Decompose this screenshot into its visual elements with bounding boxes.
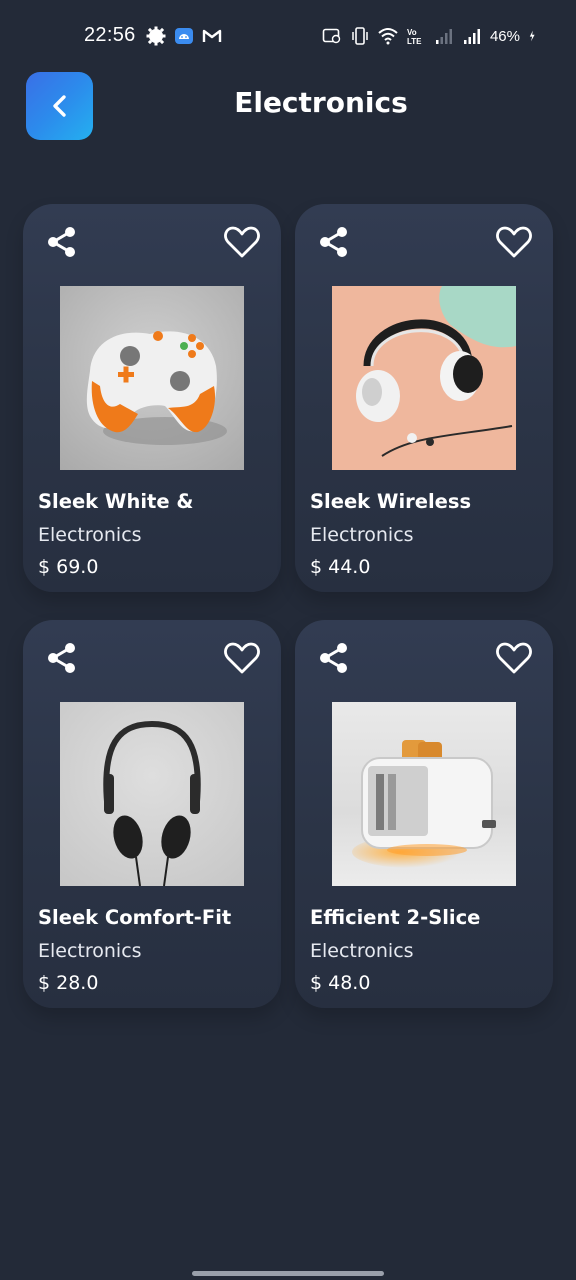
screen: 22:56 Vo LTE 46% Electronics Sleek White… bbox=[0, 0, 576, 1280]
share-icon[interactable] bbox=[315, 640, 351, 676]
product-card[interactable]: Efficient 2-Slice Electronics $ 48.0 bbox=[295, 620, 553, 1008]
home-indicator[interactable] bbox=[192, 1271, 384, 1276]
toaster-image[interactable] bbox=[332, 702, 516, 886]
product-card[interactable]: Sleek Comfort-Fit Electronics $ 28.0 bbox=[23, 620, 281, 1008]
favorite-heart-icon[interactable] bbox=[495, 640, 533, 676]
android-icon bbox=[175, 28, 193, 44]
product-price: $ 28.0 bbox=[38, 972, 99, 994]
svg-text:LTE: LTE bbox=[407, 37, 422, 46]
svg-text:Vo: Vo bbox=[407, 28, 417, 37]
product-category: Electronics bbox=[310, 524, 414, 546]
settings-gear-icon bbox=[146, 26, 166, 46]
volte-icon: Vo LTE bbox=[407, 28, 422, 46]
favorite-heart-icon[interactable] bbox=[223, 224, 261, 260]
screen-record-icon bbox=[322, 28, 341, 44]
product-price: $ 48.0 bbox=[310, 972, 371, 994]
product-name: Efficient 2-Slice bbox=[310, 906, 481, 929]
signal-weak-icon bbox=[435, 29, 452, 44]
page-title: Electronics bbox=[234, 86, 408, 119]
status-right-icons: Vo LTE 46% bbox=[322, 26, 540, 46]
share-icon[interactable] bbox=[315, 224, 351, 260]
headphones-image[interactable] bbox=[332, 286, 516, 470]
gmail-icon bbox=[202, 29, 222, 42]
battery-charging-icon bbox=[529, 30, 535, 42]
product-price: $ 69.0 bbox=[38, 556, 99, 578]
share-icon[interactable] bbox=[43, 224, 79, 260]
product-name: Sleek White & bbox=[38, 490, 194, 513]
product-card[interactable]: Sleek White & Electronics $ 69.0 bbox=[23, 204, 281, 592]
product-card[interactable]: Sleek Wireless Electronics $ 44.0 bbox=[295, 204, 553, 592]
wifi-icon bbox=[378, 28, 398, 45]
product-category: Electronics bbox=[310, 940, 414, 962]
product-category: Electronics bbox=[38, 524, 142, 546]
vibrate-icon bbox=[352, 27, 368, 45]
product-name: Sleek Comfort-Fit bbox=[38, 906, 232, 929]
favorite-heart-icon[interactable] bbox=[495, 224, 533, 260]
product-name: Sleek Wireless bbox=[310, 490, 472, 513]
favorite-heart-icon[interactable] bbox=[223, 640, 261, 676]
share-icon[interactable] bbox=[43, 640, 79, 676]
signal-icon bbox=[463, 29, 480, 44]
game-controller-image[interactable] bbox=[60, 286, 244, 470]
battery-percent: 46% bbox=[489, 27, 520, 45]
product-price: $ 44.0 bbox=[310, 556, 371, 578]
product-category: Electronics bbox=[38, 940, 142, 962]
on-ear-headphones-image[interactable] bbox=[60, 702, 244, 886]
status-bar: 22:56 Vo LTE 46% bbox=[0, 0, 576, 72]
status-time: 22:56 bbox=[84, 24, 136, 46]
status-left-icons bbox=[146, 26, 222, 46]
